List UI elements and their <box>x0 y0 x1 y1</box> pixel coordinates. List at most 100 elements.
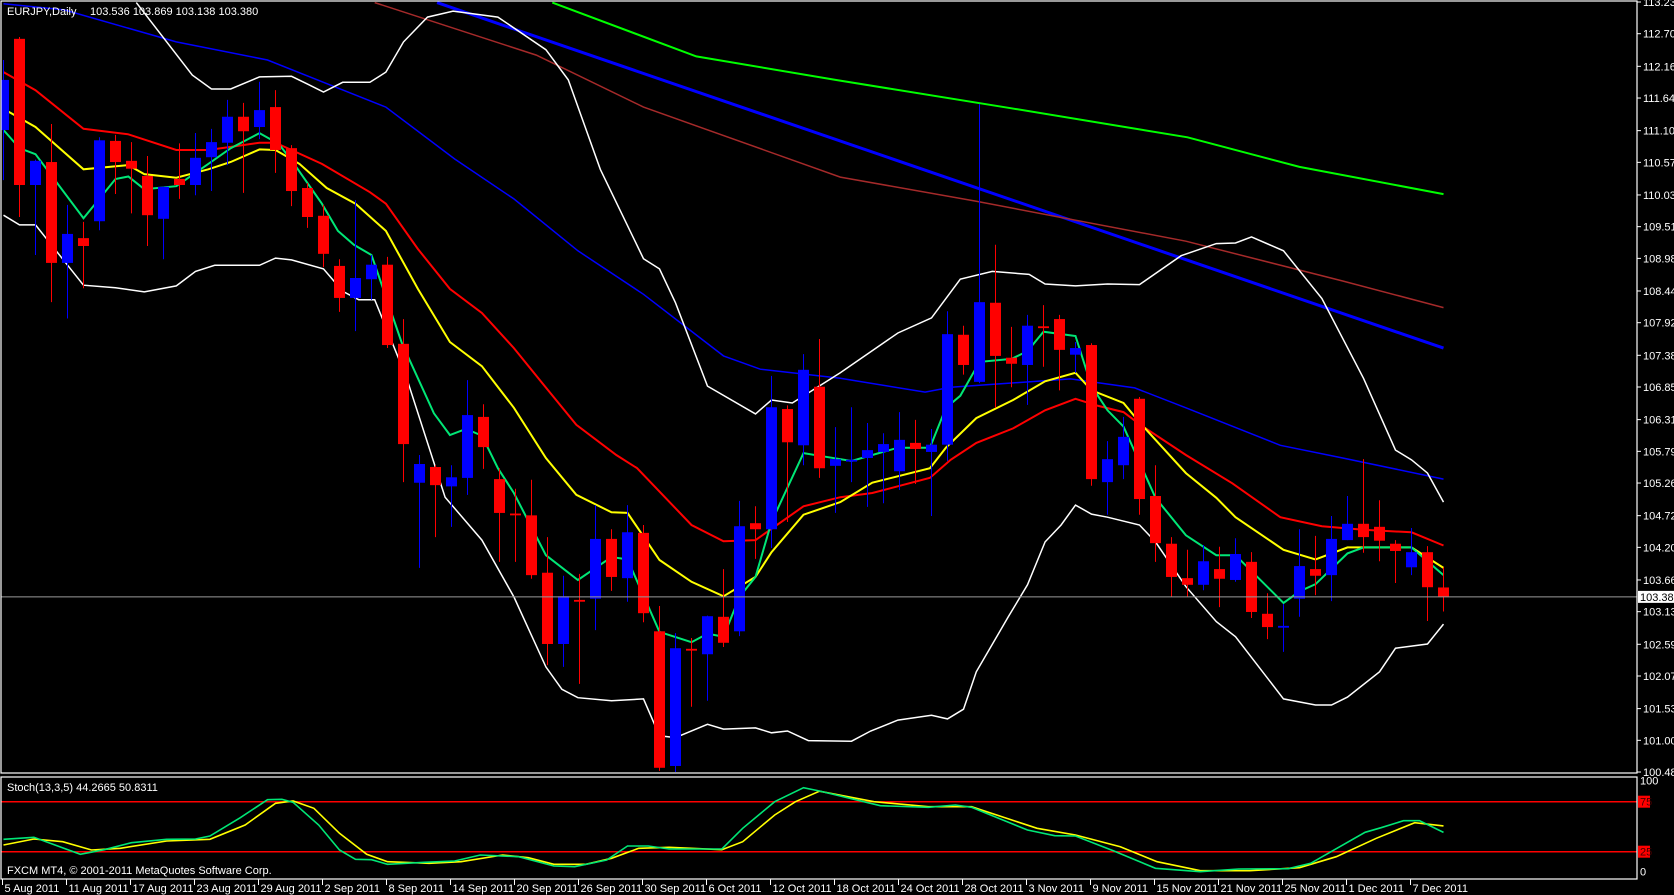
candle-body <box>1118 436 1129 466</box>
date-label: 29 Aug 2011 <box>261 883 322 895</box>
date-label: 18 Oct 2011 <box>837 883 896 895</box>
candle-body <box>766 407 777 530</box>
candle-body <box>14 38 25 185</box>
current-price-label: 103.380 <box>1640 592 1674 604</box>
candle-body <box>254 110 265 128</box>
date-label: 6 Oct 2011 <box>709 883 762 895</box>
price-tick-label: 102.070 <box>1643 671 1674 683</box>
price-tick-label: 109.510 <box>1643 222 1674 234</box>
candle-body <box>910 442 921 449</box>
date-label: 21 Nov 2011 <box>1221 883 1283 895</box>
price-tick-label: 105.790 <box>1643 446 1674 458</box>
date-label: 23 Aug 2011 <box>197 883 258 895</box>
date-label: 11 Aug 2011 <box>69 883 129 895</box>
price-tick-label: 111.100 <box>1643 126 1674 138</box>
candle-body <box>782 409 793 443</box>
ohlc-readout: 103.536 103.869 103.138 103.380 <box>90 6 258 18</box>
date-label: 28 Oct 2011 <box>965 883 1024 895</box>
candle-body <box>718 616 729 643</box>
price-tick-label: 110.035 <box>1643 190 1674 202</box>
candle-body <box>862 450 873 458</box>
price-tick-label: 103.660 <box>1643 575 1674 587</box>
candle-body <box>622 532 633 579</box>
price-tick-label: 108.985 <box>1643 253 1674 265</box>
date-label: 14 Sep 2011 <box>453 883 515 895</box>
price-tick-label: 105.265 <box>1643 478 1674 490</box>
date-label: 3 Nov 2011 <box>1029 883 1084 895</box>
date-label: 5 Aug 2011 <box>5 883 60 895</box>
price-tick-label: 101.530 <box>1643 704 1674 716</box>
price-chart[interactable]: EURJPY,Daily 103.536 103.869 103.138 103… <box>0 0 1674 895</box>
price-tick-label: 112.705 <box>1643 29 1674 41</box>
candle-body <box>1182 578 1193 585</box>
candle-body <box>846 459 857 462</box>
candle-body <box>1214 569 1225 579</box>
candle-body <box>1102 459 1113 483</box>
candle-body <box>382 264 393 346</box>
candle-body <box>318 215 329 254</box>
price-tick-label: 107.920 <box>1643 318 1674 330</box>
price-tick-label: 107.380 <box>1643 350 1674 362</box>
stochastic-axis-label: 75 <box>1640 797 1652 809</box>
price-tick-label: 103.135 <box>1643 607 1674 619</box>
candle-body <box>446 477 457 487</box>
date-label: 8 Sep 2011 <box>389 883 444 895</box>
candle-body <box>830 459 841 466</box>
candle-body <box>1422 552 1433 588</box>
price-tick-label: 108.445 <box>1643 286 1674 298</box>
candle <box>1246 552 1257 619</box>
date-label: 2 Sep 2011 <box>325 883 380 895</box>
chart-background <box>0 0 1674 895</box>
price-tick-label: 110.575 <box>1643 157 1674 169</box>
candle-body <box>606 538 617 577</box>
candle-body <box>222 116 233 143</box>
candle-body <box>958 334 969 365</box>
price-tick-label: 113.230 <box>1643 0 1674 9</box>
copyright-text: FXCM MT4, © 2001-2011 MetaQuotes Softwar… <box>7 865 272 877</box>
candle-body <box>878 444 889 452</box>
candle-body <box>702 616 713 655</box>
candle-body <box>734 526 745 632</box>
candle-body <box>78 238 89 246</box>
candle-body <box>590 538 601 599</box>
candle-body <box>286 148 297 192</box>
candle-body <box>430 467 441 486</box>
candle-body <box>814 386 825 469</box>
candle-body <box>1006 357 1017 364</box>
candle-body <box>558 596 569 644</box>
date-label: 12 Oct 2011 <box>773 883 832 895</box>
candle-body <box>478 416 489 448</box>
candle-body <box>526 515 537 576</box>
candle-body <box>62 233 73 263</box>
candle-body <box>126 160 137 169</box>
date-label: 1 Dec 2011 <box>1349 883 1404 895</box>
price-tick-label: 106.855 <box>1643 382 1674 394</box>
stochastic-axis-label: 100 <box>1640 776 1658 788</box>
candle-body <box>1262 613 1273 628</box>
candle-body <box>414 464 425 483</box>
candle-body <box>990 302 1001 356</box>
price-tick-label: 112.165 <box>1643 61 1674 73</box>
candle <box>382 256 393 349</box>
candle-body <box>926 444 937 452</box>
date-label: 26 Sep 2011 <box>581 883 643 895</box>
date-label: 15 Nov 2011 <box>1157 883 1219 895</box>
candle-body <box>1070 348 1081 355</box>
candle-body <box>494 479 505 513</box>
candle-body <box>142 175 153 216</box>
price-tick-label: 101.005 <box>1643 735 1674 747</box>
date-label: 24 Oct 2011 <box>901 883 960 895</box>
candle-body <box>398 343 409 445</box>
candle-body <box>1246 561 1257 612</box>
candle-body <box>1086 345 1097 480</box>
price-tick-label: 104.200 <box>1643 542 1674 554</box>
date-label: 7 Dec 2011 <box>1413 883 1468 895</box>
candle-body <box>686 648 697 651</box>
candle-body <box>542 572 553 644</box>
candle-body <box>1374 526 1385 541</box>
stochastic-axis-label: 25 <box>1640 847 1652 859</box>
candle-body <box>94 140 105 222</box>
candle-body <box>334 265 345 298</box>
candle-body <box>1134 398 1145 500</box>
date-label: 30 Sep 2011 <box>645 883 707 895</box>
